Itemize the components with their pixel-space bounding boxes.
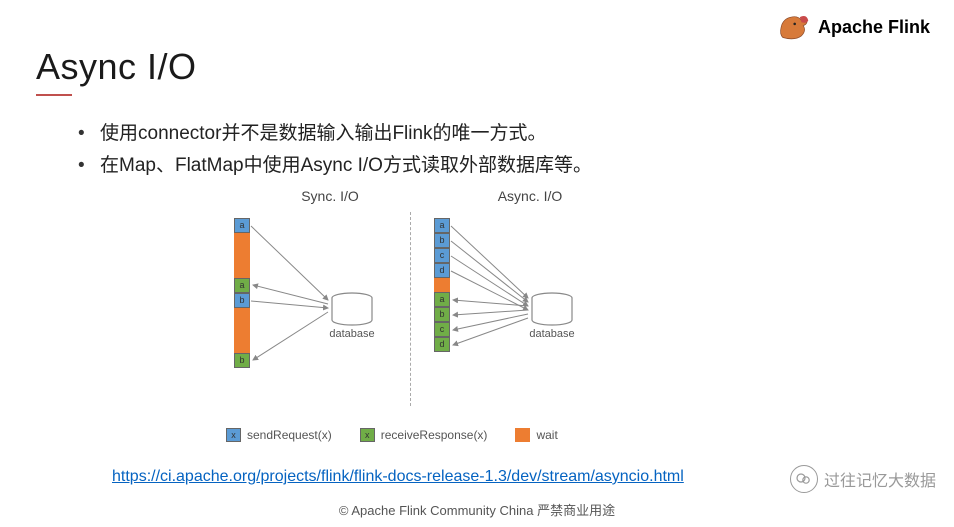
async-io-diagram: Sync. I/O Async. I/O aabb abcdabcd datab… bbox=[210, 188, 670, 438]
stack-box: a bbox=[234, 278, 250, 293]
brand-name: Apache Flink bbox=[818, 17, 930, 38]
database-icon bbox=[530, 292, 574, 326]
legend-recv: x receiveResponse(x) bbox=[360, 428, 488, 442]
doc-link[interactable]: https://ci.apache.org/projects/flink/fli… bbox=[112, 468, 684, 486]
stack-box: b bbox=[234, 353, 250, 368]
wechat-icon bbox=[790, 465, 818, 493]
title-underline bbox=[36, 94, 72, 96]
async-stack: abcdabcd bbox=[434, 218, 450, 352]
watermark: 过往记忆大数据 bbox=[790, 465, 936, 493]
stack-box: d bbox=[434, 263, 450, 278]
bullet-list: 使用connector并不是数据输入输出Flink的唯一方式。 在Map、Fla… bbox=[72, 118, 592, 183]
legend-recv-label: receiveResponse(x) bbox=[381, 428, 488, 442]
legend: x sendRequest(x) x receiveResponse(x) wa… bbox=[226, 428, 558, 442]
legend-wait: wait bbox=[515, 428, 557, 442]
legend-green-box: x bbox=[360, 428, 375, 442]
column-divider bbox=[410, 212, 411, 406]
async-column-title: Async. I/O bbox=[450, 188, 610, 204]
database-label: database bbox=[322, 328, 382, 340]
stack-box: c bbox=[434, 248, 450, 263]
legend-orange-box bbox=[515, 428, 530, 442]
database-label: database bbox=[522, 328, 582, 340]
page-title: Async I/O bbox=[36, 46, 197, 88]
stack-box: a bbox=[434, 218, 450, 233]
squirrel-icon bbox=[776, 12, 810, 42]
watermark-text: 过往记忆大数据 bbox=[824, 467, 936, 491]
stack-box: c bbox=[434, 322, 450, 337]
legend-wait-label: wait bbox=[536, 428, 557, 442]
stack-box: d bbox=[434, 337, 450, 352]
stack-box: b bbox=[434, 233, 450, 248]
stack-box bbox=[234, 308, 250, 353]
stack-box: b bbox=[234, 293, 250, 308]
stack-box bbox=[434, 278, 450, 292]
database-icon bbox=[330, 292, 374, 326]
stack-box: b bbox=[434, 307, 450, 322]
stack-box: a bbox=[434, 292, 450, 307]
sync-stack: aabb bbox=[234, 218, 250, 368]
brand-logo: Apache Flink bbox=[776, 12, 930, 42]
footer-text: © Apache Flink Community China 严禁商业用途 bbox=[0, 500, 954, 519]
legend-send: x sendRequest(x) bbox=[226, 428, 332, 442]
sync-column-title: Sync. I/O bbox=[250, 188, 410, 204]
legend-send-label: sendRequest(x) bbox=[247, 428, 332, 442]
legend-blue-box: x bbox=[226, 428, 241, 442]
stack-box: a bbox=[234, 218, 250, 233]
bullet-item: 在Map、FlatMap中使用Async I/O方式读取外部数据库等。 bbox=[72, 150, 592, 182]
stack-box bbox=[234, 233, 250, 278]
bullet-item: 使用connector并不是数据输入输出Flink的唯一方式。 bbox=[72, 118, 592, 150]
